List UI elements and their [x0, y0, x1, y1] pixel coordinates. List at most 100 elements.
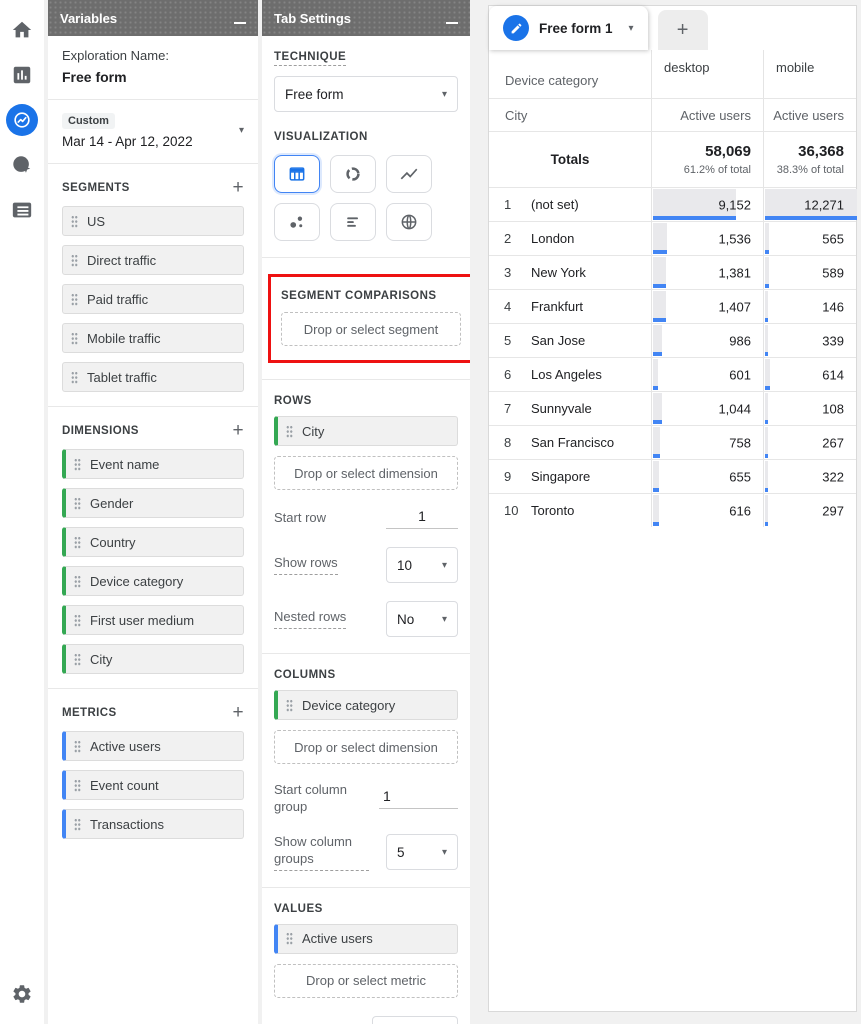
tab-free-form-1[interactable]: Free form 1 ▾	[489, 6, 648, 50]
row-rank: 9	[489, 469, 531, 484]
totals-mobile-cell: 36,368 38.3% of total	[763, 132, 856, 187]
viz-bar-chart-icon[interactable]	[330, 203, 376, 241]
start-column-group-input[interactable]: 1	[379, 788, 458, 809]
add-metric-button[interactable]: +	[233, 703, 245, 722]
drag-handle-icon[interactable]	[286, 425, 293, 438]
drag-handle-icon[interactable]	[71, 254, 78, 267]
cell-bar-blue	[653, 250, 667, 254]
date-range-picker[interactable]: Custom Mar 14 - Apr 12, 2022 ▾	[62, 112, 244, 149]
drag-handle-icon[interactable]	[71, 332, 78, 345]
row-city: Singapore	[531, 469, 590, 484]
metrics-label: METRICS	[62, 707, 117, 719]
table-row[interactable]: 9Singapore655322	[489, 459, 856, 493]
add-segment-button[interactable]: +	[233, 178, 245, 197]
viz-geo-map-icon[interactable]	[386, 203, 432, 241]
cell-bar-blue	[765, 318, 768, 322]
chip-paid-traffic[interactable]: Paid traffic	[62, 284, 244, 314]
chip-device-category[interactable]: Device category	[274, 690, 458, 720]
drag-handle-icon[interactable]	[74, 779, 81, 792]
rows-dimension-dropzone[interactable]: Drop or select dimension	[274, 456, 458, 490]
chip-event-name[interactable]: Event name	[62, 449, 244, 479]
viz-table-icon[interactable]	[274, 155, 320, 193]
segment-dropzone[interactable]: Drop or select segment	[281, 312, 461, 346]
chip-device-category[interactable]: Device category	[62, 566, 244, 596]
table-row[interactable]: 2London1,536565	[489, 221, 856, 255]
settings-gear-icon[interactable]	[0, 976, 44, 1012]
library-icon[interactable]	[0, 192, 44, 228]
columns-dimension-dropzone[interactable]: Drop or select dimension	[274, 730, 458, 764]
table-row[interactable]: 1(not set)9,15212,271	[489, 187, 856, 221]
collapse-variables-icon[interactable]	[234, 22, 246, 24]
chevron-down-icon: ▾	[442, 614, 447, 625]
viz-line-chart-icon[interactable]	[386, 155, 432, 193]
cell-bar-gray	[653, 393, 662, 420]
advertising-icon[interactable]	[0, 147, 44, 183]
exploration-name-value[interactable]: Free form	[62, 69, 244, 85]
cell-type-select[interactable]: Bar ch... ▾	[372, 1016, 458, 1024]
explore-icon[interactable]	[0, 102, 44, 138]
cell-bar-gray	[653, 291, 666, 318]
drag-handle-icon[interactable]	[74, 740, 81, 753]
exploration-name-label: Exploration Name:	[62, 48, 244, 63]
chip-gender[interactable]: Gender	[62, 488, 244, 518]
metric-header-mobile[interactable]: Active users	[763, 99, 856, 131]
show-rows-select[interactable]: 10 ▾	[386, 547, 458, 583]
drag-handle-icon[interactable]	[71, 293, 78, 306]
table-row[interactable]: 6Los Angeles601614	[489, 357, 856, 391]
segment-comparisons-label: SEGMENT COMPARISONS	[281, 290, 437, 302]
start-row-input[interactable]: 1	[386, 508, 458, 529]
drag-handle-icon[interactable]	[286, 932, 293, 945]
chip-city[interactable]: City	[62, 644, 244, 674]
drag-handle-icon[interactable]	[74, 818, 81, 831]
row-rank: 7	[489, 401, 531, 416]
viz-scatter-chart-icon[interactable]	[274, 203, 320, 241]
table-row[interactable]: 7Sunnyvale1,044108	[489, 391, 856, 425]
viz-donut-chart-icon[interactable]	[330, 155, 376, 193]
table-row[interactable]: 4Frankfurt1,407146	[489, 289, 856, 323]
chip-transactions[interactable]: Transactions	[62, 809, 244, 839]
chip-active-users[interactable]: Active users	[274, 924, 458, 954]
cell-bar-blue	[653, 352, 662, 356]
values-metric-dropzone[interactable]: Drop or select metric	[274, 964, 458, 998]
table-row[interactable]: 5San Jose986339	[489, 323, 856, 357]
collapse-tab-settings-icon[interactable]	[446, 22, 458, 24]
chip-first-user-medium[interactable]: First user medium	[62, 605, 244, 635]
chip-country[interactable]: Country	[62, 527, 244, 557]
totals-mobile-share: 38.3% of total	[777, 164, 844, 176]
drag-handle-icon[interactable]	[74, 497, 81, 510]
row-dimension-cell: 5San Jose	[489, 324, 651, 357]
chip-label: First user medium	[90, 613, 194, 628]
reports-icon[interactable]	[0, 57, 44, 93]
column-header-mobile[interactable]: mobile	[763, 50, 856, 98]
home-icon[interactable]	[0, 12, 44, 48]
chip-event-count[interactable]: Event count	[62, 770, 244, 800]
tab-settings-header: Tab Settings	[262, 0, 470, 36]
chip-us[interactable]: US	[62, 206, 244, 236]
chip-city[interactable]: City	[274, 416, 458, 446]
row-dimension-header[interactable]: City	[489, 99, 651, 131]
technique-select[interactable]: Free form ▾	[274, 76, 458, 112]
table-row[interactable]: 10Toronto616297	[489, 493, 856, 527]
add-tab-button[interactable]: +	[658, 10, 708, 50]
table-row[interactable]: 3New York1,381589	[489, 255, 856, 289]
table-row[interactable]: 8San Francisco758267	[489, 425, 856, 459]
column-header-desktop[interactable]: desktop	[651, 50, 763, 98]
drag-handle-icon[interactable]	[74, 575, 81, 588]
drag-handle-icon[interactable]	[74, 653, 81, 666]
drag-handle-icon[interactable]	[71, 371, 78, 384]
values-chips: Active users	[274, 924, 458, 954]
metric-header-desktop[interactable]: Active users	[651, 99, 763, 131]
chip-active-users[interactable]: Active users	[62, 731, 244, 761]
nested-rows-select[interactable]: No ▾	[386, 601, 458, 637]
add-dimension-button[interactable]: +	[233, 421, 245, 440]
chip-tablet-traffic[interactable]: Tablet traffic	[62, 362, 244, 392]
drag-handle-icon[interactable]	[74, 536, 81, 549]
row-city: Los Angeles	[531, 367, 602, 382]
chip-mobile-traffic[interactable]: Mobile traffic	[62, 323, 244, 353]
drag-handle-icon[interactable]	[286, 699, 293, 712]
drag-handle-icon[interactable]	[74, 458, 81, 471]
chip-direct-traffic[interactable]: Direct traffic	[62, 245, 244, 275]
drag-handle-icon[interactable]	[71, 215, 78, 228]
show-column-groups-select[interactable]: 5 ▾	[386, 834, 458, 870]
drag-handle-icon[interactable]	[74, 614, 81, 627]
